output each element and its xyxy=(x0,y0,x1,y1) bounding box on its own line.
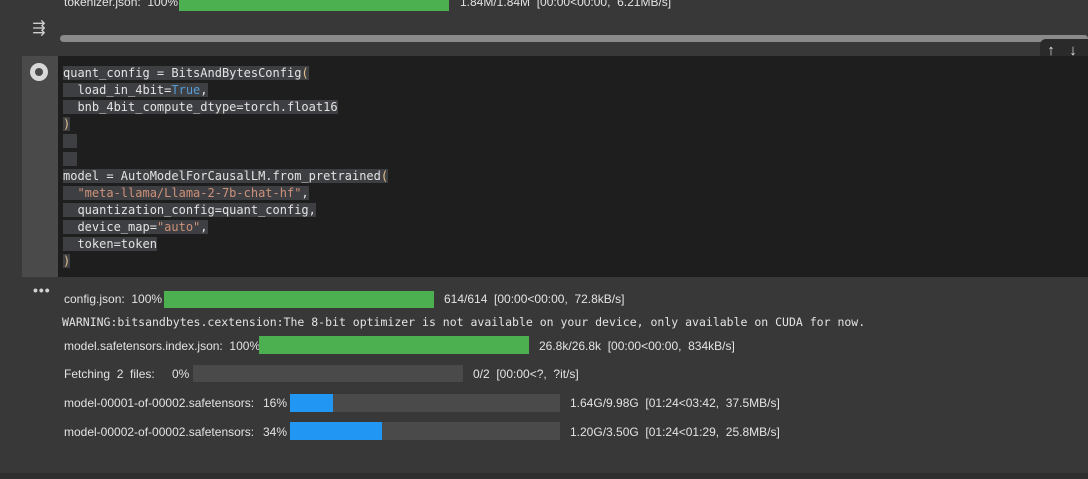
code-editor[interactable] xyxy=(58,56,1088,277)
code-line: "meta-llama/Llama-2-7b-chat-hf", xyxy=(63,185,309,202)
previous-output-row: tokenizer.json: 100% 1.84M/1.84M [00:00<… xyxy=(0,0,1088,12)
code-line: quantization_config=quant_config, xyxy=(63,202,316,219)
code-line xyxy=(63,133,78,150)
code-token: token=token xyxy=(77,237,157,251)
code-token: model = AutoModelForCausalLM.from_pretra… xyxy=(63,168,381,183)
index-progress-stats: 26.8k/26.8k [00:00<00:00, 834kB/s] xyxy=(539,339,735,353)
code-line: load_in_4bit=True, xyxy=(63,82,208,99)
code-line-selection xyxy=(63,151,78,166)
notebook-bottom-border xyxy=(0,473,1088,479)
shard2-progress-fill xyxy=(290,422,382,440)
config-progress-stats: 614/614 [00:00<00:00, 72.8kB/s] xyxy=(444,292,625,306)
code-token: ) xyxy=(63,117,71,132)
shard1-progress-label: model-00001-of-00002.safetensors: xyxy=(64,396,255,410)
config-progress-fill xyxy=(164,291,434,308)
code-token: , xyxy=(301,185,309,200)
code-line: model = AutoModelForCausalLM.from_pretra… xyxy=(63,168,389,185)
shard2-progress-label: model-00002-of-00002.safetensors: xyxy=(64,425,255,439)
code-line xyxy=(63,151,78,168)
code-line-selection: load_in_4bit=True, xyxy=(63,83,208,98)
code-line-selection: quantization_config=quant_config, xyxy=(63,202,316,217)
shard1-progress-stats: 1.64G/9.98G [01:24<03:42, 37.5MB/s] xyxy=(570,396,780,410)
shard1-progress-percent: 16% xyxy=(263,396,288,410)
config-progress-label: config.json: 100% xyxy=(64,292,163,306)
fetching-progress-stats: 0/2 [00:00<?, ?it/s] xyxy=(473,367,579,381)
code-token: ) xyxy=(63,254,71,269)
config-progress-track xyxy=(164,291,434,308)
code-line-selection xyxy=(63,134,78,149)
index-progress-label: model.safetensors.index.json: 100% xyxy=(64,339,261,353)
cuda-warning-message: WARNING:bitsandbytes.cextension:The 8-bi… xyxy=(62,315,866,329)
code-line-selection: device_map="auto", xyxy=(63,219,208,234)
code-line: ) xyxy=(63,253,71,270)
run-cell-icon-center xyxy=(35,68,43,76)
more-horizontal-icon[interactable]: ••• xyxy=(33,282,51,298)
code-token: , xyxy=(200,83,208,98)
shard2-progress-track xyxy=(290,422,560,440)
code-line-selection: quant_config = BitsAndBytesConfig( xyxy=(63,66,309,80)
horizontal-scrollbar[interactable] xyxy=(60,35,1088,42)
shard1-progress-fill xyxy=(290,394,334,412)
code-line: token=token xyxy=(63,236,157,253)
code-token: "auto" xyxy=(156,219,201,234)
previous-output-label: tokenizer.json: 100% xyxy=(64,0,179,9)
code-line: quant_config = BitsAndBytesConfig( xyxy=(63,65,309,82)
code-line-selection: ) xyxy=(63,254,71,269)
index-progress-fill xyxy=(259,336,529,354)
code-line-selection: model = AutoModelForCausalLM.from_pretra… xyxy=(63,168,389,183)
code-token: quant_config = BitsAndBytesConfig xyxy=(63,66,302,80)
code-token: ( xyxy=(380,168,389,183)
fetching-progress-track xyxy=(193,365,463,382)
previous-output-progress-bar xyxy=(179,0,449,11)
code-line-selection: bnb_4bit_compute_dtype=torch.float16 xyxy=(63,100,338,115)
shard1-progress-track xyxy=(290,394,560,412)
index-progress-track xyxy=(259,336,529,354)
code-token: True xyxy=(171,83,201,98)
code-line-selection: token=token xyxy=(63,237,157,251)
code-line-selection: "meta-llama/Llama-2-7b-chat-hf", xyxy=(63,185,309,200)
code-line: bnb_4bit_compute_dtype=torch.float16 xyxy=(63,99,338,116)
fetching-progress-label: Fetching 2 files: xyxy=(64,367,155,381)
code-line: device_map="auto", xyxy=(63,219,208,236)
code-token: ( xyxy=(301,66,309,80)
shard2-progress-stats: 1.20G/3.50G [01:24<01:29, 25.8MB/s] xyxy=(570,425,780,439)
code-token: "meta-llama/Llama-2-7b-chat-hf" xyxy=(77,185,302,200)
code-token: quantization_config=quant_config, xyxy=(77,202,316,217)
shard2-progress-percent: 34% xyxy=(263,425,288,439)
code-line: ) xyxy=(63,116,71,133)
previous-output-stats: 1.84M/1.84M [00:00<00:00, 6.21MB/s] xyxy=(460,0,672,9)
code-cell-gutter xyxy=(22,56,58,277)
collapse-output-icon[interactable]: ⇶ xyxy=(28,20,50,38)
code-line-selection: ) xyxy=(63,117,71,132)
run-cell-icon[interactable] xyxy=(30,63,48,81)
code-token: load_in_4bit= xyxy=(77,83,172,98)
code-token: device_map= xyxy=(77,219,157,234)
fetching-progress-percent: 0% xyxy=(172,367,190,381)
code-token: , xyxy=(200,219,208,234)
code-token: bnb_4bit_compute_dtype=torch.float16 xyxy=(77,100,338,115)
